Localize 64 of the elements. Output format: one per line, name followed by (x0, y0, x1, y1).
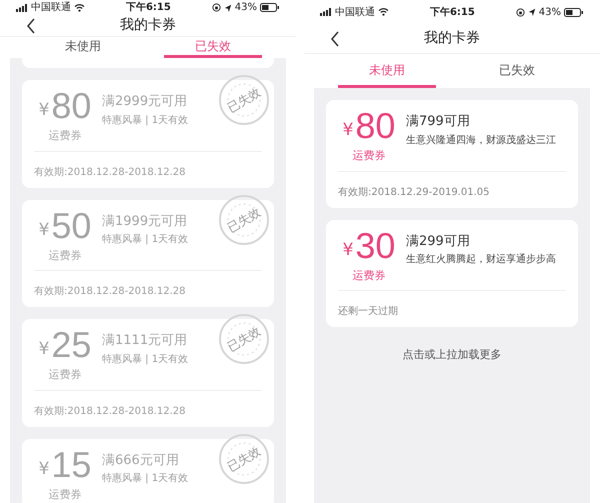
stamp-text: 已失效 (225, 324, 263, 354)
battery-icon (564, 8, 584, 16)
back-icon[interactable] (330, 30, 340, 46)
coupon-amount: 30 (355, 228, 396, 264)
stamp-ring-icon (218, 432, 270, 484)
coupon-description: 特惠风暴 | 1天有效 (102, 472, 188, 486)
coupon-description: 生意兴隆通四海，财源茂盛达三江 (406, 134, 556, 148)
wifi-icon (74, 4, 85, 12)
page-title: 我的卡券 (424, 29, 480, 48)
carrier-name: 中国联通 (335, 6, 375, 20)
page-title: 我的卡券 (120, 16, 176, 35)
coupon-description: 特惠风暴 | 1天有效 (102, 352, 188, 366)
stamp-text: 已失效 (225, 205, 263, 234)
wifi-icon (378, 8, 389, 16)
coupon-amount: 25 (51, 327, 92, 363)
currency-symbol: ¥ (38, 460, 50, 478)
coupon-description: 生意红火腾腾起，财运享通步步高 (406, 252, 556, 267)
currency-symbol: ¥ (38, 341, 50, 358)
currency-symbol: ¥ (342, 242, 354, 258)
battery-percent: 43% (234, 1, 257, 15)
coupon-amount: 80 (355, 108, 396, 144)
coupon-condition: 满799可用 (406, 113, 471, 131)
clock-time: 下午6:15 (430, 6, 475, 20)
location-arrow-icon (528, 8, 536, 16)
coupon-description: 特惠风暴 | 1天有效 (102, 232, 188, 247)
stamp-text: 已失效 (225, 86, 263, 114)
coupon-condition: 满2999元可用 (102, 93, 188, 111)
stamp-ring-icon (218, 194, 270, 246)
validity-text: 有效期:2018.12.28-2018.12.28 (34, 286, 186, 297)
validity-text: 有效期:2018.12.28-2018.12.28 (34, 406, 186, 416)
coupon-type: 运费券 (48, 486, 82, 502)
coupon-condition: 满1999元可用 (102, 212, 188, 230)
coupon-type: 运费券 (48, 248, 82, 264)
currency-symbol: ¥ (38, 102, 50, 119)
stamp-ring-icon (218, 313, 270, 365)
tab[interactable]: 已失效 (468, 54, 566, 88)
coupon-type: 运费券 (352, 268, 386, 284)
validity-text: 有效期:2018.12.28-2018.12.28 (34, 166, 186, 178)
tab[interactable]: 未使用 (34, 37, 132, 58)
coupon-amount: 80 (51, 88, 92, 124)
clock-time: 下午6:15 (126, 0, 171, 15)
validity-text: 还剩一天过期 (338, 306, 398, 317)
battery-percent: 43% (538, 6, 561, 20)
currency-symbol: ¥ (38, 222, 50, 238)
stamp-text: 已失效 (225, 444, 263, 473)
coupon-condition: 满299可用 (406, 232, 471, 250)
battery-icon (260, 3, 280, 12)
stamp-ring-icon (218, 74, 270, 126)
coupon-amount: 50 (51, 208, 92, 244)
coupon-condition: 满1111元可用 (102, 332, 188, 350)
coupon-type: 运费券 (48, 367, 82, 383)
carrier-name: 中国联通 (31, 0, 71, 15)
location-arrow-icon (224, 4, 232, 12)
back-icon[interactable] (26, 18, 36, 34)
validity-text: 有效期:2018.12.29-2019.01.05 (338, 186, 490, 198)
signal-icon (16, 4, 28, 12)
load-more-text[interactable]: 点击或上拉加载更多 (402, 347, 502, 364)
coupon-type: 运费券 (48, 128, 82, 144)
coupon-description: 特惠风暴 | 1天有效 (102, 114, 188, 128)
coupon-type: 运费券 (352, 148, 386, 164)
coupon-amount: 15 (51, 446, 92, 482)
signal-icon (320, 8, 332, 16)
coupon-condition: 满666元可用 (102, 452, 180, 470)
currency-symbol: ¥ (342, 122, 354, 139)
